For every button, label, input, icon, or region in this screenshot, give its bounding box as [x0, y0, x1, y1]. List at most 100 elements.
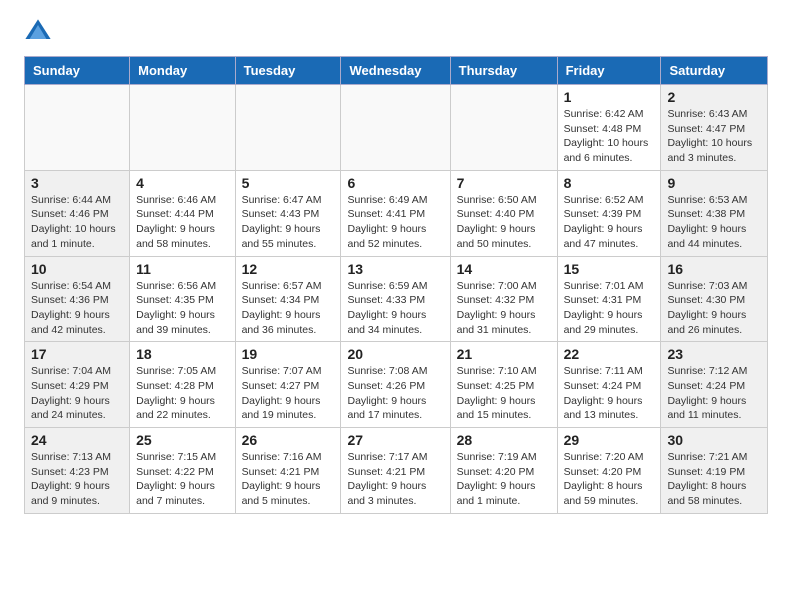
calendar-day-cell — [450, 85, 557, 171]
calendar-day-cell: 29 Sunrise: 7:20 AM Sunset: 4:20 PM Dayli… — [557, 428, 661, 514]
day-info: Sunrise: 6:53 AM Sunset: 4:38 PM Dayligh… — [667, 193, 761, 252]
day-info: Sunrise: 7:10 AM Sunset: 4:25 PM Dayligh… — [457, 364, 551, 423]
day-info: Sunrise: 6:54 AM Sunset: 4:36 PM Dayligh… — [31, 279, 123, 338]
weekday-header: Tuesday — [235, 57, 341, 85]
day-number: 8 — [564, 175, 655, 191]
day-info: Sunrise: 7:16 AM Sunset: 4:21 PM Dayligh… — [242, 450, 335, 509]
calendar-day-cell: 22 Sunrise: 7:11 AM Sunset: 4:24 PM Dayli… — [557, 342, 661, 428]
day-info: Sunrise: 6:57 AM Sunset: 4:34 PM Dayligh… — [242, 279, 335, 338]
calendar-day-cell: 8Sunrise: 6:52 AM Sunset: 4:39 PM Daylig… — [557, 170, 661, 256]
day-info: Sunrise: 7:11 AM Sunset: 4:24 PM Dayligh… — [564, 364, 655, 423]
day-info: Sunrise: 7:12 AM Sunset: 4:24 PM Dayligh… — [667, 364, 761, 423]
day-info: Sunrise: 7:00 AM Sunset: 4:32 PM Dayligh… — [457, 279, 551, 338]
calendar-day-cell: 4Sunrise: 6:46 AM Sunset: 4:44 PM Daylig… — [130, 170, 235, 256]
calendar-day-cell: 17 Sunrise: 7:04 AM Sunset: 4:29 PM Dayli… — [25, 342, 130, 428]
day-number: 17 — [31, 346, 123, 362]
calendar-day-cell: 24Sunrise: 7:13 AM Sunset: 4:23 PM Dayli… — [25, 428, 130, 514]
calendar-week-row: 10 Sunrise: 6:54 AM Sunset: 4:36 PM Dayli… — [25, 256, 768, 342]
day-info: Sunrise: 7:07 AM Sunset: 4:27 PM Dayligh… — [242, 364, 335, 423]
weekday-header: Wednesday — [341, 57, 450, 85]
day-number: 22 — [564, 346, 655, 362]
calendar-day-cell: 30 Sunrise: 7:21 AM Sunset: 4:19 PM Dayli… — [661, 428, 768, 514]
calendar-day-cell — [130, 85, 235, 171]
day-number: 5 — [242, 175, 335, 191]
calendar-day-cell: 7 Sunrise: 6:50 AM Sunset: 4:40 PM Daylig… — [450, 170, 557, 256]
day-info: Sunrise: 6:46 AM Sunset: 4:44 PM Dayligh… — [136, 193, 228, 252]
calendar-day-cell: 18 Sunrise: 7:05 AM Sunset: 4:28 PM Dayli… — [130, 342, 235, 428]
calendar-day-cell: 27 Sunrise: 7:17 AM Sunset: 4:21 PM Dayli… — [341, 428, 450, 514]
day-number: 1 — [564, 89, 655, 105]
calendar-day-cell: 19 Sunrise: 7:07 AM Sunset: 4:27 PM Dayli… — [235, 342, 341, 428]
calendar-header-row: SundayMondayTuesdayWednesdayThursdayFrid… — [25, 57, 768, 85]
day-info: Sunrise: 7:03 AM Sunset: 4:30 PM Dayligh… — [667, 279, 761, 338]
page-container: SundayMondayTuesdayWednesdayThursdayFrid… — [0, 0, 792, 526]
day-number: 12 — [242, 261, 335, 277]
day-number: 30 — [667, 432, 761, 448]
calendar-day-cell: 10 Sunrise: 6:54 AM Sunset: 4:36 PM Dayli… — [25, 256, 130, 342]
day-number: 27 — [347, 432, 443, 448]
calendar-day-cell: 9Sunrise: 6:53 AM Sunset: 4:38 PM Daylig… — [661, 170, 768, 256]
day-info: Sunrise: 7:05 AM Sunset: 4:28 PM Dayligh… — [136, 364, 228, 423]
day-number: 20 — [347, 346, 443, 362]
day-info: Sunrise: 7:13 AM Sunset: 4:23 PM Dayligh… — [31, 450, 123, 509]
calendar-day-cell: 12 Sunrise: 6:57 AM Sunset: 4:34 PM Dayli… — [235, 256, 341, 342]
day-info: Sunrise: 7:21 AM Sunset: 4:19 PM Dayligh… — [667, 450, 761, 509]
weekday-header: Monday — [130, 57, 235, 85]
day-info: Sunrise: 7:01 AM Sunset: 4:31 PM Dayligh… — [564, 279, 655, 338]
day-info: Sunrise: 7:15 AM Sunset: 4:22 PM Dayligh… — [136, 450, 228, 509]
day-info: Sunrise: 6:42 AM Sunset: 4:48 PM Dayligh… — [564, 107, 655, 166]
calendar-day-cell: 26 Sunrise: 7:16 AM Sunset: 4:21 PM Dayli… — [235, 428, 341, 514]
day-info: Sunrise: 6:49 AM Sunset: 4:41 PM Dayligh… — [347, 193, 443, 252]
calendar-day-cell: 23 Sunrise: 7:12 AM Sunset: 4:24 PM Dayli… — [661, 342, 768, 428]
day-info: Sunrise: 6:59 AM Sunset: 4:33 PM Dayligh… — [347, 279, 443, 338]
day-number: 2 — [667, 89, 761, 105]
day-number: 18 — [136, 346, 228, 362]
day-number: 15 — [564, 261, 655, 277]
calendar-day-cell — [25, 85, 130, 171]
calendar-week-row: 1 Sunrise: 6:42 AM Sunset: 4:48 PM Daylig… — [25, 85, 768, 171]
day-info: Sunrise: 6:56 AM Sunset: 4:35 PM Dayligh… — [136, 279, 228, 338]
day-number: 29 — [564, 432, 655, 448]
calendar-day-cell: 3 Sunrise: 6:44 AM Sunset: 4:46 PM Daylig… — [25, 170, 130, 256]
day-number: 14 — [457, 261, 551, 277]
day-number: 23 — [667, 346, 761, 362]
weekday-header: Friday — [557, 57, 661, 85]
day-info: Sunrise: 6:44 AM Sunset: 4:46 PM Dayligh… — [31, 193, 123, 252]
calendar-day-cell: 21 Sunrise: 7:10 AM Sunset: 4:25 PM Dayli… — [450, 342, 557, 428]
day-number: 26 — [242, 432, 335, 448]
day-number: 13 — [347, 261, 443, 277]
day-number: 28 — [457, 432, 551, 448]
calendar-week-row: 24Sunrise: 7:13 AM Sunset: 4:23 PM Dayli… — [25, 428, 768, 514]
calendar-day-cell — [341, 85, 450, 171]
day-number: 11 — [136, 261, 228, 277]
day-number: 3 — [31, 175, 123, 191]
day-number: 7 — [457, 175, 551, 191]
day-info: Sunrise: 6:50 AM Sunset: 4:40 PM Dayligh… — [457, 193, 551, 252]
day-number: 21 — [457, 346, 551, 362]
day-number: 19 — [242, 346, 335, 362]
day-info: Sunrise: 7:19 AM Sunset: 4:20 PM Dayligh… — [457, 450, 551, 509]
day-info: Sunrise: 6:43 AM Sunset: 4:47 PM Dayligh… — [667, 107, 761, 166]
logo-icon — [24, 18, 52, 46]
calendar-day-cell: 14 Sunrise: 7:00 AM Sunset: 4:32 PM Dayli… — [450, 256, 557, 342]
day-number: 10 — [31, 261, 123, 277]
calendar-day-cell: 25Sunrise: 7:15 AM Sunset: 4:22 PM Dayli… — [130, 428, 235, 514]
day-info: Sunrise: 7:20 AM Sunset: 4:20 PM Dayligh… — [564, 450, 655, 509]
calendar-day-cell: 15 Sunrise: 7:01 AM Sunset: 4:31 PM Dayli… — [557, 256, 661, 342]
calendar-day-cell: 16 Sunrise: 7:03 AM Sunset: 4:30 PM Dayli… — [661, 256, 768, 342]
calendar-day-cell: 1 Sunrise: 6:42 AM Sunset: 4:48 PM Daylig… — [557, 85, 661, 171]
calendar-day-cell: 13 Sunrise: 6:59 AM Sunset: 4:33 PM Dayli… — [341, 256, 450, 342]
weekday-header: Thursday — [450, 57, 557, 85]
calendar-day-cell: 2 Sunrise: 6:43 AM Sunset: 4:47 PM Daylig… — [661, 85, 768, 171]
day-number: 16 — [667, 261, 761, 277]
day-info: Sunrise: 6:47 AM Sunset: 4:43 PM Dayligh… — [242, 193, 335, 252]
day-number: 6 — [347, 175, 443, 191]
page-header — [0, 0, 792, 56]
calendar-day-cell: 20Sunrise: 7:08 AM Sunset: 4:26 PM Dayli… — [341, 342, 450, 428]
weekday-header: Saturday — [661, 57, 768, 85]
day-info: Sunrise: 7:04 AM Sunset: 4:29 PM Dayligh… — [31, 364, 123, 423]
calendar-wrapper: SundayMondayTuesdayWednesdayThursdayFrid… — [0, 56, 792, 526]
day-info: Sunrise: 7:17 AM Sunset: 4:21 PM Dayligh… — [347, 450, 443, 509]
calendar-day-cell: 28 Sunrise: 7:19 AM Sunset: 4:20 PM Dayli… — [450, 428, 557, 514]
calendar-day-cell — [235, 85, 341, 171]
